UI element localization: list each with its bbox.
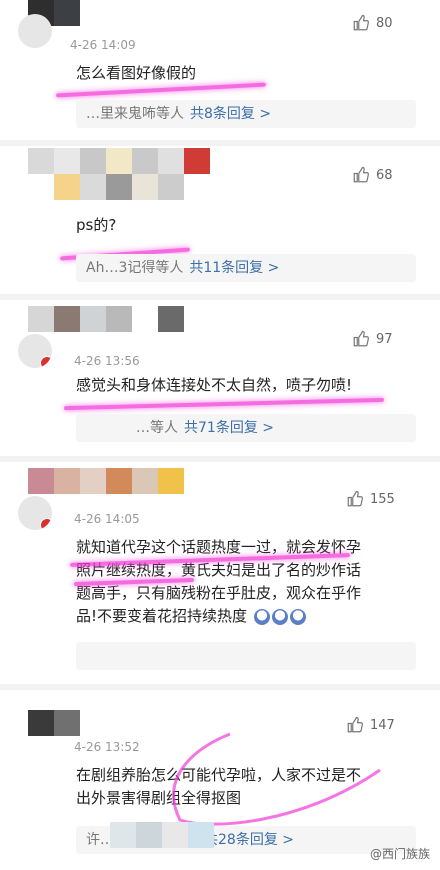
thumbs-up-icon bbox=[353, 14, 369, 31]
emoji-icon bbox=[271, 608, 288, 625]
avatar[interactable] bbox=[18, 496, 52, 530]
thumbs-up-icon bbox=[353, 166, 369, 183]
thumbs-up-icon bbox=[353, 330, 369, 347]
blurred-username bbox=[54, 174, 184, 200]
reply-users: …等人 bbox=[136, 420, 178, 436]
like-button[interactable]: 68 bbox=[352, 166, 393, 184]
comment-line: 品!不要变着花招持续热度 bbox=[76, 605, 436, 628]
emoji-icon bbox=[253, 608, 270, 625]
like-button[interactable]: 80 bbox=[352, 14, 393, 32]
reply-summary[interactable] bbox=[76, 642, 416, 670]
verified-badge-icon bbox=[40, 356, 52, 368]
comment-time: 4-26 13:56 bbox=[74, 354, 140, 368]
like-button[interactable]: 155 bbox=[346, 490, 395, 508]
reply-count-link[interactable]: 共71条回复 > bbox=[184, 420, 274, 436]
comment-time: 4-26 13:52 bbox=[74, 740, 140, 754]
watermark: @西门族族 bbox=[369, 847, 430, 861]
blurred-username bbox=[28, 148, 210, 174]
blurred-username bbox=[28, 710, 80, 736]
comment-time: 4-26 14:05 bbox=[74, 512, 140, 526]
comment-text: ps的? bbox=[76, 216, 117, 234]
comment-list: 4-26 14:09 80 怎么看图好像假的 …里来鬼咘等人 共8条回复 > 68… bbox=[0, 0, 440, 870]
divider bbox=[0, 456, 440, 462]
thumbs-up-icon bbox=[347, 490, 363, 507]
reply-summary[interactable]: Ah…3记得等人 共11条回复 > bbox=[76, 254, 416, 282]
avatar[interactable] bbox=[18, 14, 52, 48]
reply-summary[interactable]: …等人 共71条回复 > bbox=[76, 414, 416, 442]
comment-text: 感觉头和身体连接处不太自然，喷子勿喷! bbox=[76, 376, 353, 394]
like-count: 155 bbox=[370, 491, 395, 507]
reply-count-link[interactable]: 共8条回复 > bbox=[190, 106, 271, 122]
reply-count-link[interactable]: 共11条回复 > bbox=[189, 260, 279, 276]
comment-time: 4-26 14:09 bbox=[70, 38, 136, 52]
blurred-username bbox=[110, 822, 214, 848]
avatar[interactable] bbox=[18, 334, 52, 368]
divider bbox=[0, 684, 440, 690]
like-count: 68 bbox=[376, 167, 393, 183]
like-count: 97 bbox=[376, 331, 393, 347]
reply-users: …里来鬼咘等人 bbox=[86, 106, 184, 122]
comment-text: 怎么看图好像假的 bbox=[76, 64, 197, 82]
verified-badge-icon bbox=[40, 518, 52, 530]
reply-count-link[interactable]: 共28条回复 > bbox=[204, 832, 294, 848]
like-count: 80 bbox=[376, 15, 393, 31]
blurred-username bbox=[28, 468, 184, 494]
like-button[interactable]: 97 bbox=[352, 330, 393, 348]
divider bbox=[0, 294, 440, 300]
comment-line: 题高手，只有脑残粉在乎肚皮，观众在乎作 bbox=[76, 584, 362, 602]
emoji-icon bbox=[289, 608, 306, 625]
highlight-mark bbox=[64, 397, 384, 411]
reply-users: Ah…3记得等人 bbox=[86, 260, 184, 276]
divider bbox=[0, 140, 440, 146]
reply-summary[interactable]: …里来鬼咘等人 共8条回复 > bbox=[76, 100, 416, 128]
blurred-username bbox=[28, 306, 184, 332]
